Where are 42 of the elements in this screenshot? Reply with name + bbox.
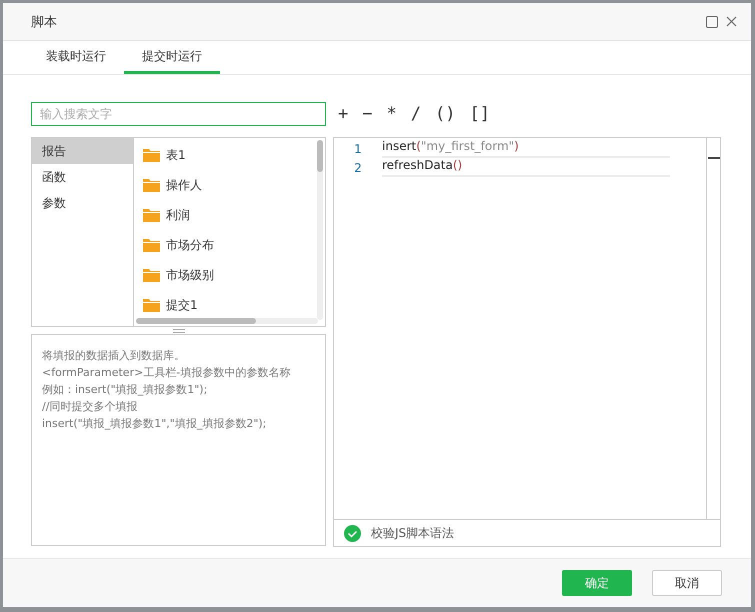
scrollbar[interactable] — [136, 318, 318, 324]
folder-icon — [143, 178, 160, 192]
code-line: refreshData() — [382, 158, 670, 177]
cancel-button[interactable]: 取消 — [652, 570, 722, 596]
list-item[interactable]: 利润 — [134, 200, 325, 230]
operator-button[interactable]: [] — [464, 104, 495, 124]
tab[interactable]: 装载时运行 — [28, 41, 124, 74]
operator-button[interactable]: () — [430, 104, 460, 124]
description-line: <formParameter>工具栏-填报参数中的参数名称 — [42, 365, 292, 381]
validate-label: 校验JS脚本语法 — [371, 524, 454, 542]
folder-icon — [143, 298, 160, 312]
operator-button[interactable]: − — [357, 104, 378, 124]
description-line: //同时提交多个填报 — [42, 399, 138, 415]
description-line: 将填报的数据插入到数据库。 — [42, 348, 186, 364]
list-item[interactable]: 操作人 — [134, 170, 325, 200]
tab[interactable]: 提交时运行 — [124, 41, 220, 74]
operator-button[interactable]: / — [406, 104, 426, 124]
category-item[interactable]: 报告 — [32, 138, 133, 164]
scrollbar[interactable] — [317, 140, 323, 320]
folder-icon — [143, 238, 160, 252]
line-number: 2 — [353, 160, 363, 174]
maximize-icon[interactable] — [706, 16, 718, 28]
code-line: insert("my_first_form") — [382, 139, 670, 158]
resize-handle-icon[interactable] — [172, 328, 184, 332]
list-item[interactable]: 市场分布 — [134, 230, 325, 260]
dialog-title: 脚本 — [31, 14, 58, 30]
category-item[interactable]: 参数 — [32, 190, 133, 216]
description-line: insert("填报_填报参数1","填报_填报参数2"); — [42, 416, 268, 432]
list-item[interactable]: 表1 — [134, 140, 325, 170]
folder-icon — [143, 148, 160, 162]
operator-button[interactable]: + — [333, 104, 354, 124]
list-item[interactable]: 市场级别 — [134, 260, 325, 290]
operator-button[interactable]: * — [382, 104, 402, 124]
category-item[interactable]: 函数 — [32, 164, 133, 190]
code-editor[interactable]: 1 insert("my_first_form") 2 refreshData() 校验JS脚本语法 — [333, 137, 721, 547]
line-number: 1 — [353, 142, 363, 156]
search-field[interactable]: 输入搜索文字 — [31, 102, 326, 126]
list-item[interactable]: 提交1 — [134, 290, 325, 320]
close-icon[interactable] — [726, 16, 737, 27]
description-line: 例如：insert("填报_填报参数1"); — [42, 382, 208, 398]
folder-icon — [143, 208, 160, 222]
folder-icon — [143, 268, 160, 282]
